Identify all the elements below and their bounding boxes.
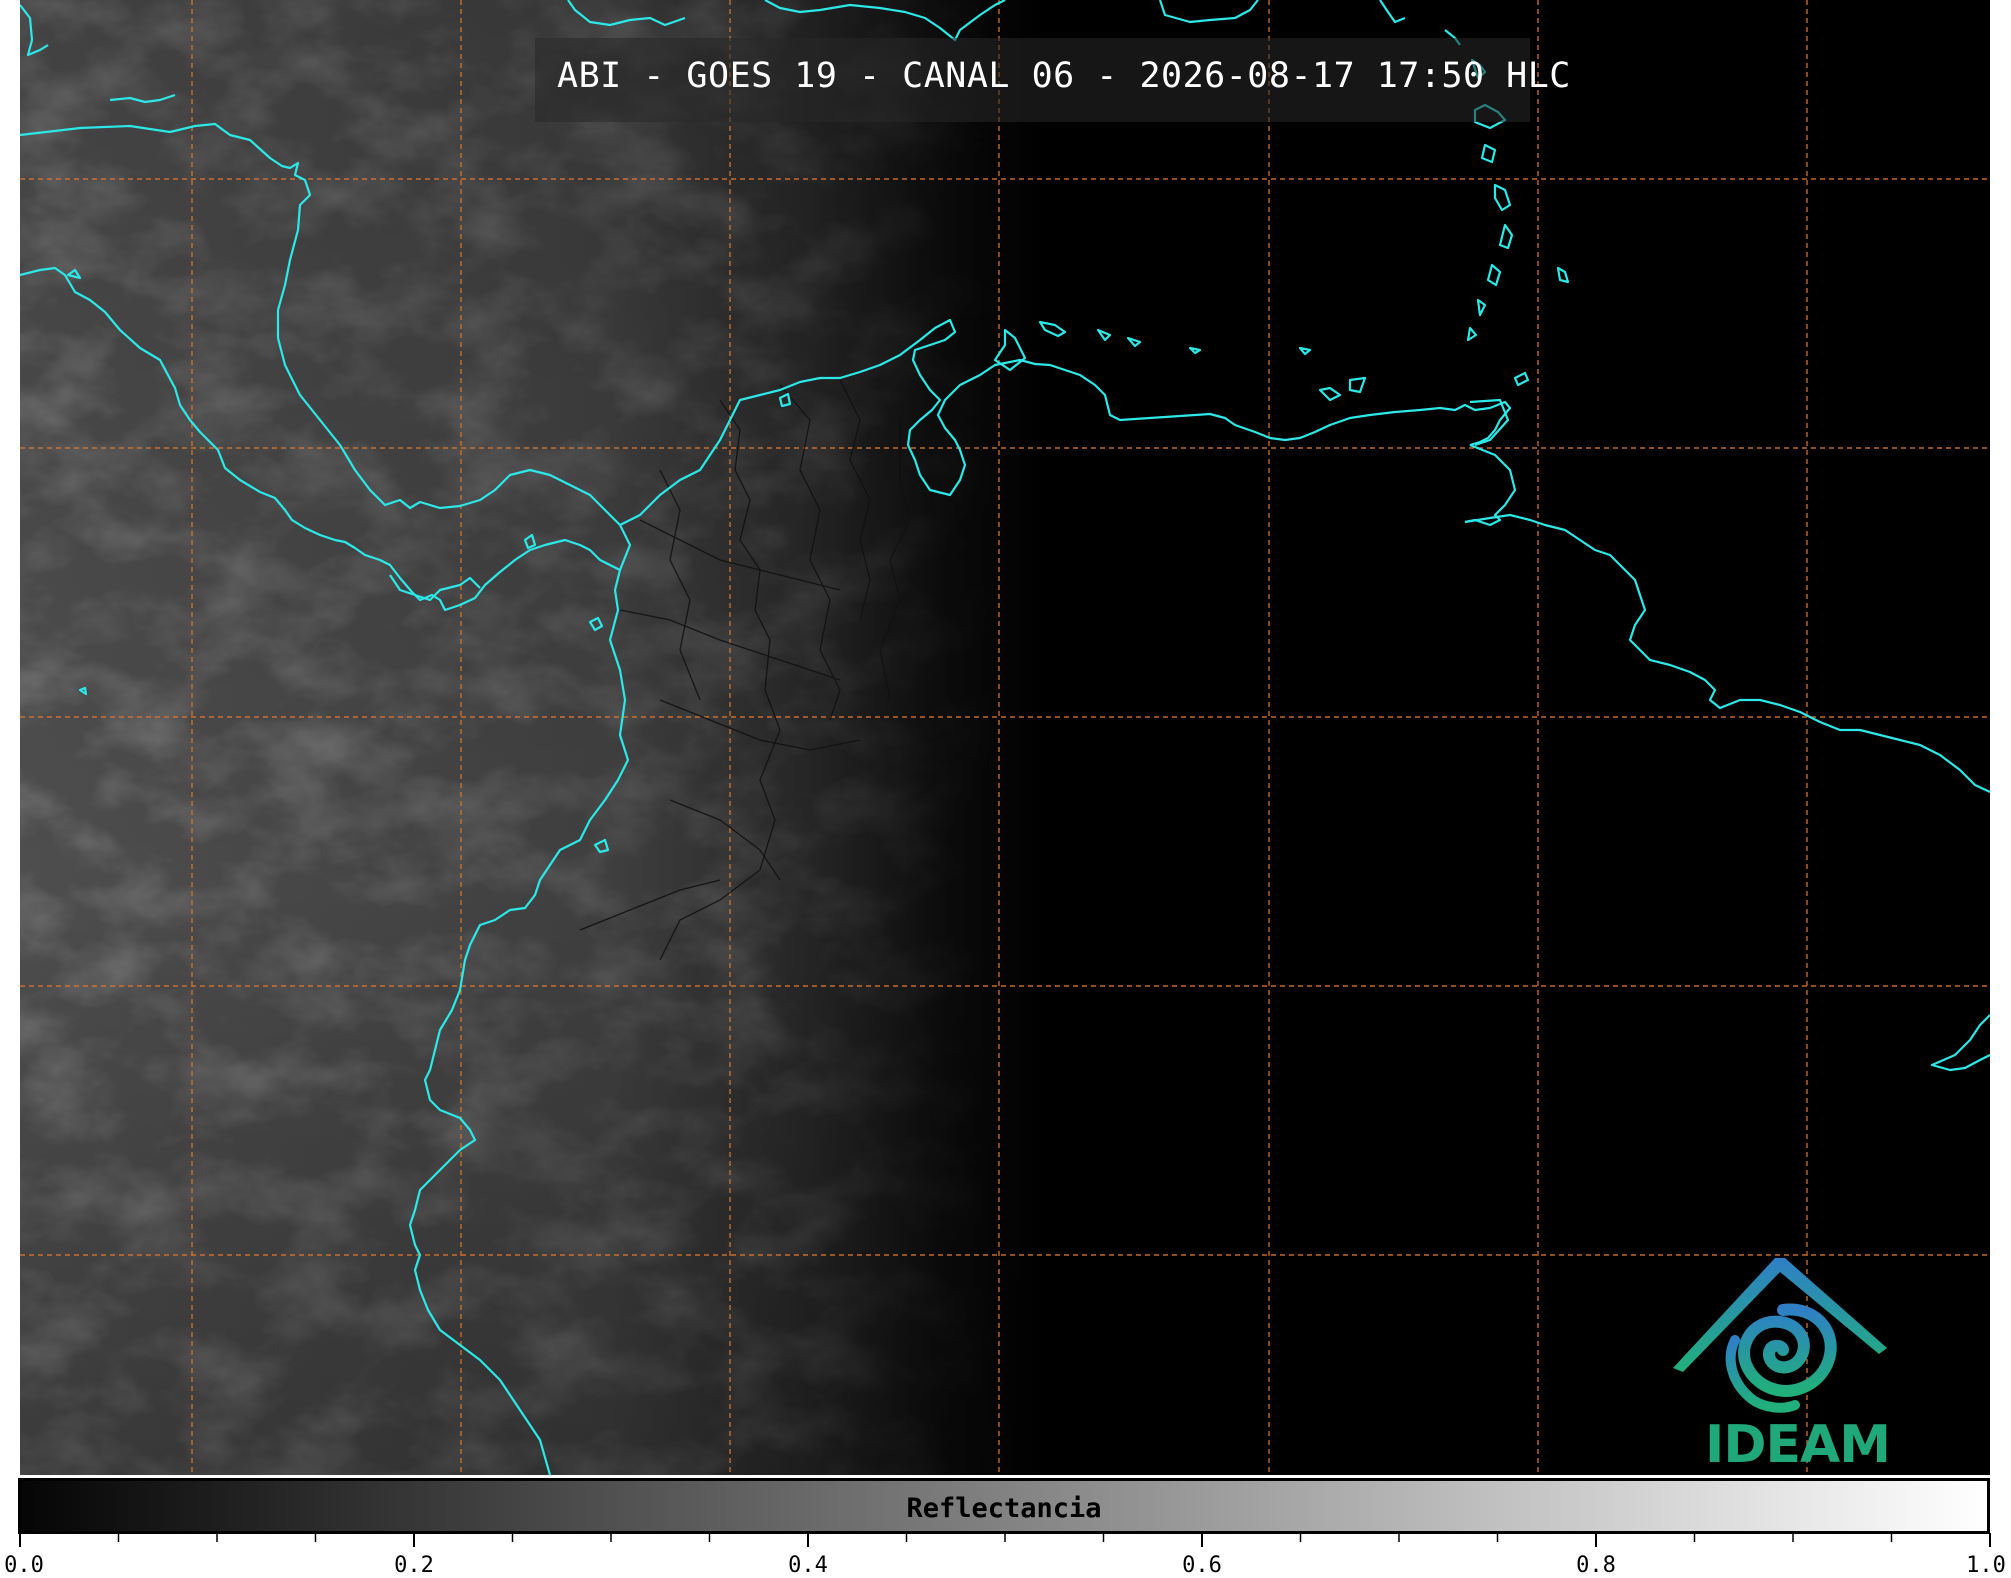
logo-text: IDEAM [1705, 1415, 1891, 1475]
satellite-map: ABI - GOES 19 - CANAL 06 - 2026-08-17 17… [20, 0, 1990, 1475]
colorbar-tick-label: 0.4 [788, 1553, 828, 1578]
map-title: ABI - GOES 19 - CANAL 06 - 2026-08-17 17… [557, 56, 1571, 96]
ideam-logo: IDEAM [1665, 1250, 1905, 1475]
colorbar-tick-label: 0.2 [394, 1553, 434, 1578]
colorbar-tick-label: 0.0 [4, 1553, 44, 1578]
ideam-logo-icon [1673, 1258, 1887, 1413]
colorbar-label: Reflectancia [906, 1493, 1102, 1524]
colorbar-tick-label: 0.8 [1576, 1553, 1616, 1578]
colorbar-tick-label: 0.6 [1182, 1553, 1222, 1578]
colorbar: Reflectancia [18, 1478, 1990, 1534]
colorbar-tick-label: 1.0 [1966, 1553, 2006, 1578]
colorbar-tick-marks [19, 1533, 1991, 1547]
